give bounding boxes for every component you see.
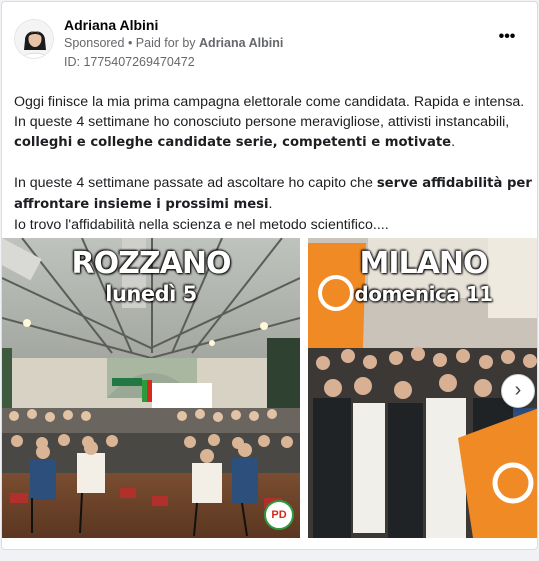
post-line: Io trovo l'affidabilità nella scienza e … [14, 217, 389, 233]
post-bold-text: colleghi e colleghe candidate serie, com… [14, 135, 452, 150]
ad-card: Adriana Albini Sponsored • Paid for by A… [1, 1, 538, 550]
post-bold-text: affrontare insieme i prossimi mesi [14, 197, 269, 212]
advertiser-name[interactable]: Adriana Albini [64, 17, 158, 33]
pd-logo: PD [264, 500, 294, 530]
chevron-right-icon: › [514, 379, 522, 401]
sponsored-line: Sponsored • Paid for by Adriana Albini [64, 36, 283, 50]
ad-header: Adriana Albini Sponsored • Paid for by A… [14, 14, 525, 74]
post-line: In queste 4 settimane passate ad ascolta… [14, 175, 532, 191]
post-body: Oggi finisce la mia prima campagna elett… [14, 92, 532, 235]
separator-dot: • [124, 36, 136, 50]
paid-for-by-name[interactable]: Adriana Albini [199, 36, 283, 50]
more-options-button[interactable]: ••• [495, 28, 519, 50]
image-carousel: ROZZANO lunedì 5 PD MILANO domenica 11 [2, 238, 537, 538]
post-line: colleghi e colleghe candidate serie, com… [14, 134, 456, 150]
sponsored-label: Sponsored [64, 36, 125, 50]
ad-id: ID: 1775407269470472 [64, 55, 195, 69]
slide-subtitle: domenica 11 [354, 282, 493, 306]
slide-title: ROZZANO [71, 246, 232, 281]
post-line: Oggi finisce la mia prima campagna elett… [14, 94, 525, 110]
post-line: affrontare insieme i prossimi mesi. [14, 196, 273, 212]
pd-logo-text: PD [271, 509, 287, 521]
slide-title: MILANO [359, 246, 489, 281]
paid-for-prefix: Paid for by [135, 36, 200, 50]
advertiser-avatar[interactable] [14, 19, 54, 59]
post-line: In queste 4 settimane ho conosciuto pers… [14, 114, 510, 130]
slide-subtitle: lunedì 5 [105, 282, 197, 306]
post-bold-text: serve affidabilità per [376, 176, 532, 191]
carousel-slide-rozzano[interactable]: ROZZANO lunedì 5 PD [2, 238, 300, 538]
carousel-next-button[interactable]: › [501, 374, 535, 408]
more-options-icon: ••• [498, 28, 516, 45]
